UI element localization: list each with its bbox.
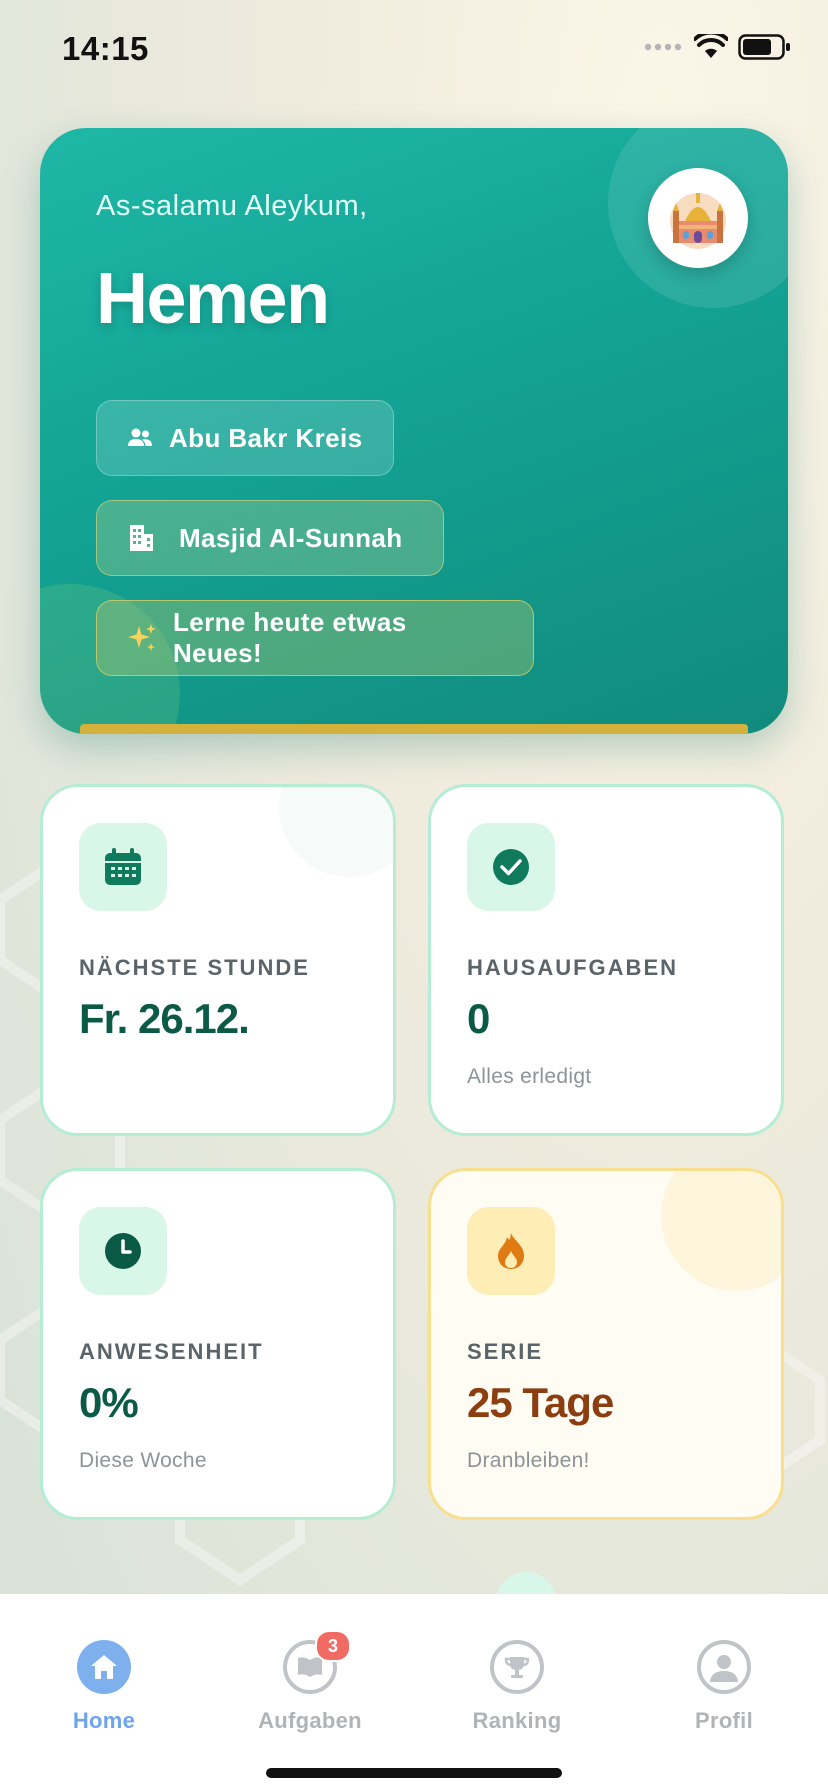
attendance-card[interactable]: ANWESENHEIT 0% Diese Woche <box>40 1168 396 1520</box>
circle-chip-label: Abu Bakr Kreis <box>169 422 363 453</box>
tab-home[interactable]: Home <box>24 1640 184 1734</box>
user-icon <box>697 1640 751 1694</box>
trophy-icon <box>490 1640 544 1694</box>
card-icon-box <box>79 823 167 911</box>
card-value: Fr. 26.12. <box>79 995 250 1042</box>
tab-profil[interactable]: Profil <box>644 1640 804 1734</box>
tab-aufgaben-label: Aufgaben <box>258 1708 362 1733</box>
signal-dots-icon <box>644 43 682 51</box>
status-indicators <box>644 34 792 60</box>
circle-chip[interactable]: Abu Bakr Kreis <box>96 400 394 476</box>
home-icon <box>77 1640 131 1694</box>
group-icon <box>128 428 152 446</box>
card-icon-box <box>79 1207 167 1295</box>
tab-aufgaben[interactable]: 3 Aufgaben <box>230 1630 390 1734</box>
card-subtitle: Diese Woche <box>79 1449 207 1472</box>
decor-circle <box>661 1171 781 1291</box>
flame-icon <box>498 1233 524 1269</box>
greeting-text: As-salamu Aleykum, <box>96 190 368 222</box>
status-bar: 14:15 <box>0 0 828 100</box>
battery-icon <box>738 34 790 60</box>
tab-home-label: Home <box>72 1708 136 1733</box>
card-value: 25 Tage <box>467 1379 614 1426</box>
status-time: 14:15 <box>62 30 149 67</box>
card-subtitle: Dranbleiben! <box>467 1449 590 1472</box>
check-circle-icon <box>493 849 529 885</box>
motivation-chip[interactable]: Lerne heute etwas Neues! <box>96 600 534 676</box>
hero-accent-bar <box>80 724 748 734</box>
tab-bar: Home 3 Aufgaben Ranking Profil <box>0 1594 828 1792</box>
streak-card[interactable]: SERIE 25 Tage Dranbleiben! <box>428 1168 784 1520</box>
tab-profil-label: Profil <box>694 1708 754 1733</box>
tasks-badge: 3 <box>315 1630 351 1662</box>
tab-ranking[interactable]: Ranking <box>437 1640 597 1734</box>
tab-ranking-label: Ranking <box>472 1708 562 1733</box>
calendar-icon <box>105 848 141 885</box>
mosque-avatar[interactable] <box>648 168 748 268</box>
next-lesson-card[interactable]: NÄCHSTE STUNDE Fr. 26.12. <box>40 784 396 1136</box>
building-icon <box>130 525 153 551</box>
homework-card[interactable]: HAUSAUFGABEN 0 Alles erledigt <box>428 784 784 1136</box>
card-label: SERIE <box>467 1339 544 1364</box>
card-icon-box <box>467 823 555 911</box>
motivation-chip-label: Lerne heute etwas Neues! <box>172 607 407 668</box>
home-indicator <box>266 1768 562 1778</box>
sparkles-icon <box>127 624 156 651</box>
decor-circle <box>279 787 393 877</box>
wifi-icon <box>694 34 728 58</box>
user-name: Hemen <box>96 259 330 339</box>
mosque-chip-label: Masjid Al-Sunnah <box>179 522 403 553</box>
card-label: ANWESENHEIT <box>79 1339 264 1364</box>
clock-icon <box>105 1233 141 1269</box>
mosque-chip[interactable]: Masjid Al-Sunnah <box>96 500 444 576</box>
mosque-icon <box>670 193 726 249</box>
card-icon-box <box>467 1207 555 1295</box>
card-value: 0% <box>79 1379 139 1426</box>
card-label: NÄCHSTE STUNDE <box>79 955 310 980</box>
book-icon: 3 <box>283 1630 351 1694</box>
card-subtitle: Alles erledigt <box>467 1065 592 1088</box>
welcome-card: As-salamu Aleykum, Hemen Abu Bakr Kreis <box>40 128 788 734</box>
card-label: HAUSAUFGABEN <box>467 955 678 980</box>
card-value: 0 <box>467 995 490 1042</box>
